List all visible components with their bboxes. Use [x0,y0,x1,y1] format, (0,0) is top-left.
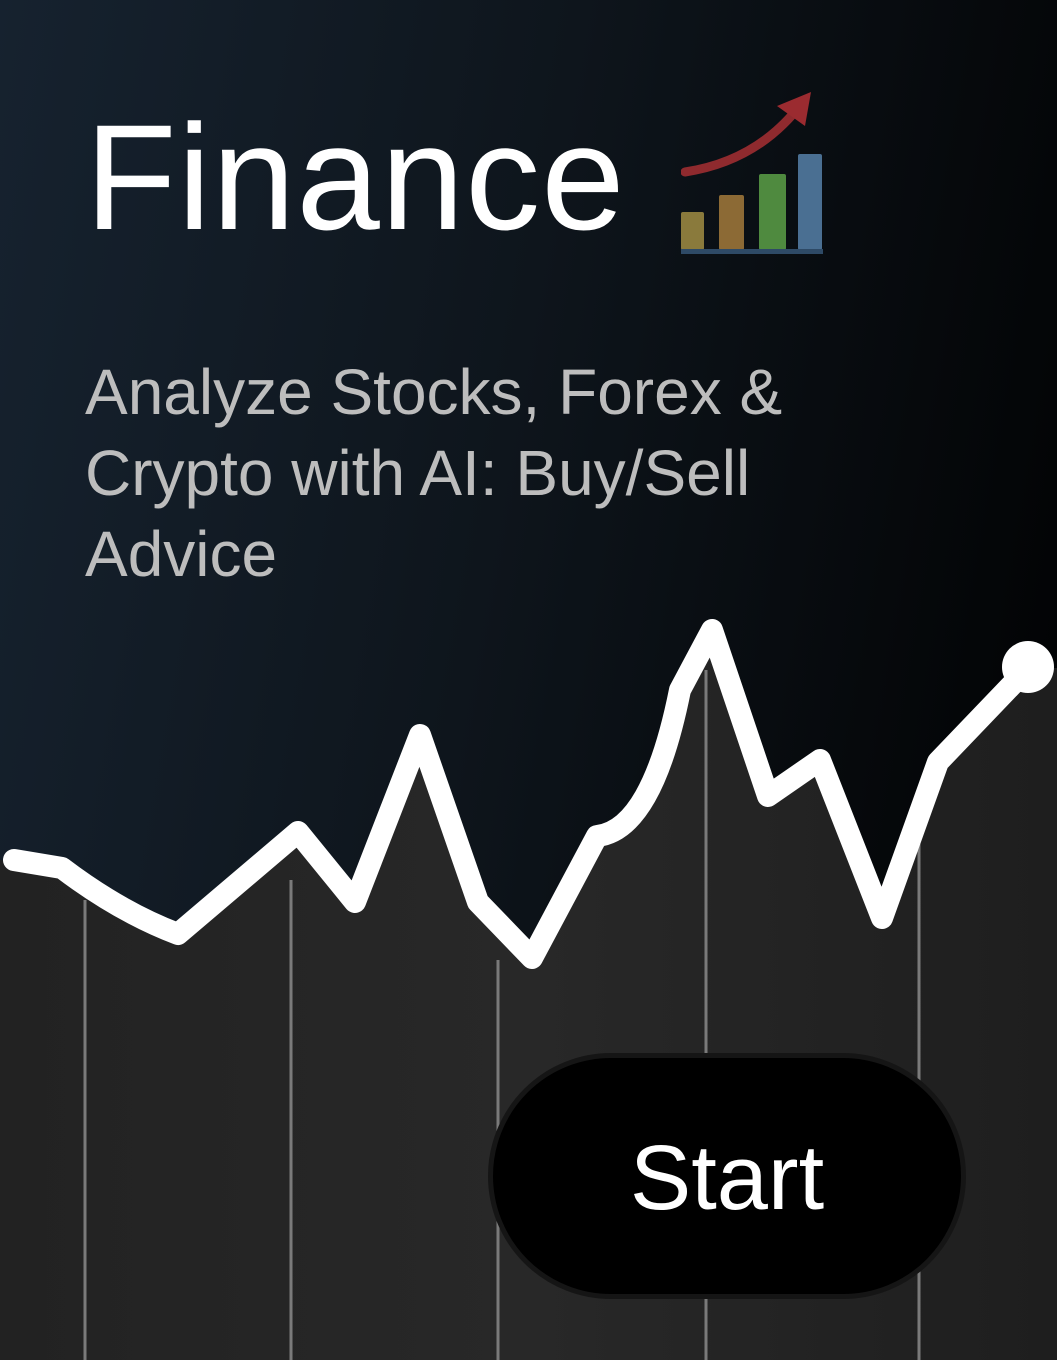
start-button-label: Start [629,1127,825,1229]
chart-line [3,619,1039,969]
title-row: Finance [85,92,826,262]
app-title: Finance [85,93,626,261]
app-subtitle: Analyze Stocks, Forex & Crypto with AI: … [85,356,783,590]
chart-increasing-icon [680,92,823,254]
start-button[interactable]: Start [488,1053,966,1299]
chart-end-point [1002,641,1054,693]
splash-screen: Finance Analyze Stocks, Forex & Crypto w… [0,0,1057,1360]
